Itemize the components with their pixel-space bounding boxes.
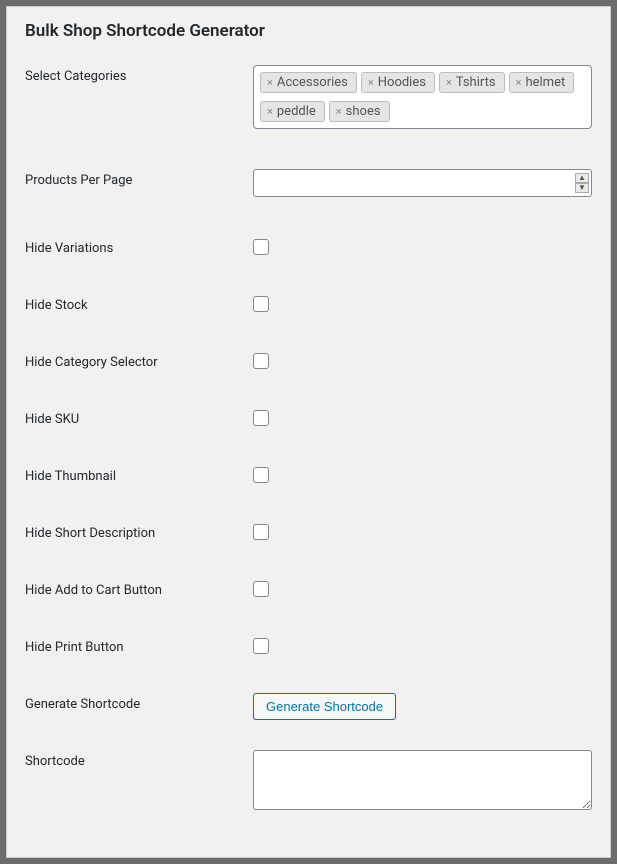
label-hide-category-selector: Hide Category Selector	[25, 351, 253, 370]
label-shortcode: Shortcode	[25, 750, 253, 769]
checkbox-hide-short-description[interactable]	[253, 524, 269, 540]
row-hide-short-description: Hide Short Description	[25, 522, 592, 541]
categories-input[interactable]: ×Accessories×Hoodies×Tshirts×helmet×pedd…	[253, 65, 592, 129]
remove-tag-icon[interactable]: ×	[267, 105, 273, 118]
label-generate-shortcode: Generate Shortcode	[25, 693, 253, 712]
label-hide-sku: Hide SKU	[25, 408, 253, 427]
label-hide-add-to-cart: Hide Add to Cart Button	[25, 579, 253, 598]
row-hide-add-to-cart: Hide Add to Cart Button	[25, 579, 592, 598]
checkbox-hide-sku[interactable]	[253, 410, 269, 426]
label-select-categories: Select Categories	[25, 65, 253, 84]
row-hide-sku: Hide SKU	[25, 408, 592, 427]
category-tag-label: helmet	[525, 75, 565, 90]
label-hide-stock: Hide Stock	[25, 294, 253, 313]
remove-tag-icon[interactable]: ×	[267, 76, 273, 89]
label-products-per-page: Products Per Page	[25, 169, 253, 188]
category-tag[interactable]: × shoes	[329, 101, 390, 122]
checkbox-hide-print-button[interactable]	[253, 638, 269, 654]
panel-title: Bulk Shop Shortcode Generator	[25, 21, 592, 41]
label-hide-print-button: Hide Print Button	[25, 636, 253, 655]
remove-tag-icon[interactable]: ×	[368, 76, 374, 89]
remove-tag-icon[interactable]: ×	[446, 76, 452, 89]
products-per-page-input[interactable]	[253, 169, 592, 197]
category-tag-label: shoes	[346, 104, 381, 119]
category-tag[interactable]: × Hoodies	[361, 72, 435, 93]
checkbox-hide-variations[interactable]	[253, 239, 269, 255]
category-tag[interactable]: × peddle	[260, 101, 325, 122]
checkbox-hide-add-to-cart[interactable]	[253, 581, 269, 597]
category-tag[interactable]: ×helmet	[509, 72, 575, 93]
category-tag-label: Tshirts	[456, 75, 496, 90]
label-hide-variations: Hide Variations	[25, 237, 253, 256]
row-select-categories: Select Categories × Accessories × Hoodies × T…	[25, 65, 592, 129]
category-tag-label: Hoodies	[378, 75, 426, 90]
remove-tag-icon[interactable]: ×	[336, 105, 342, 118]
shortcode-output[interactable]	[253, 750, 592, 810]
checkbox-hide-category-selector[interactable]	[253, 353, 269, 369]
row-hide-stock: Hide Stock	[25, 294, 592, 313]
label-hide-thumbnail: Hide Thumbnail	[25, 465, 253, 484]
row-products-per-page: Products Per Page ▲ ▼	[25, 169, 592, 197]
remove-tag-icon[interactable]: ×	[516, 76, 522, 89]
row-hide-thumbnail: Hide Thumbnail	[25, 465, 592, 484]
category-tag-label: Accessories	[277, 75, 348, 90]
checkbox-hide-stock[interactable]	[253, 296, 269, 312]
row-hide-category-selector: Hide Category Selector	[25, 351, 592, 370]
generate-shortcode-button[interactable]: Generate Shortcode	[253, 693, 396, 720]
row-shortcode: Shortcode	[25, 750, 592, 814]
checkbox-hide-thumbnail[interactable]	[253, 467, 269, 483]
shortcode-generator-panel: Bulk Shop Shortcode Generator Select Cat…	[6, 6, 611, 858]
category-tag-label: peddle	[277, 104, 316, 119]
label-hide-short-description: Hide Short Description	[25, 522, 253, 541]
row-hide-print-button: Hide Print Button	[25, 636, 592, 655]
category-tag[interactable]: × Accessories	[260, 72, 357, 93]
row-generate-shortcode: Generate Shortcode Generate Shortcode	[25, 693, 592, 720]
category-tag[interactable]: × Tshirts	[439, 72, 505, 93]
row-hide-variations: Hide Variations	[25, 237, 592, 256]
